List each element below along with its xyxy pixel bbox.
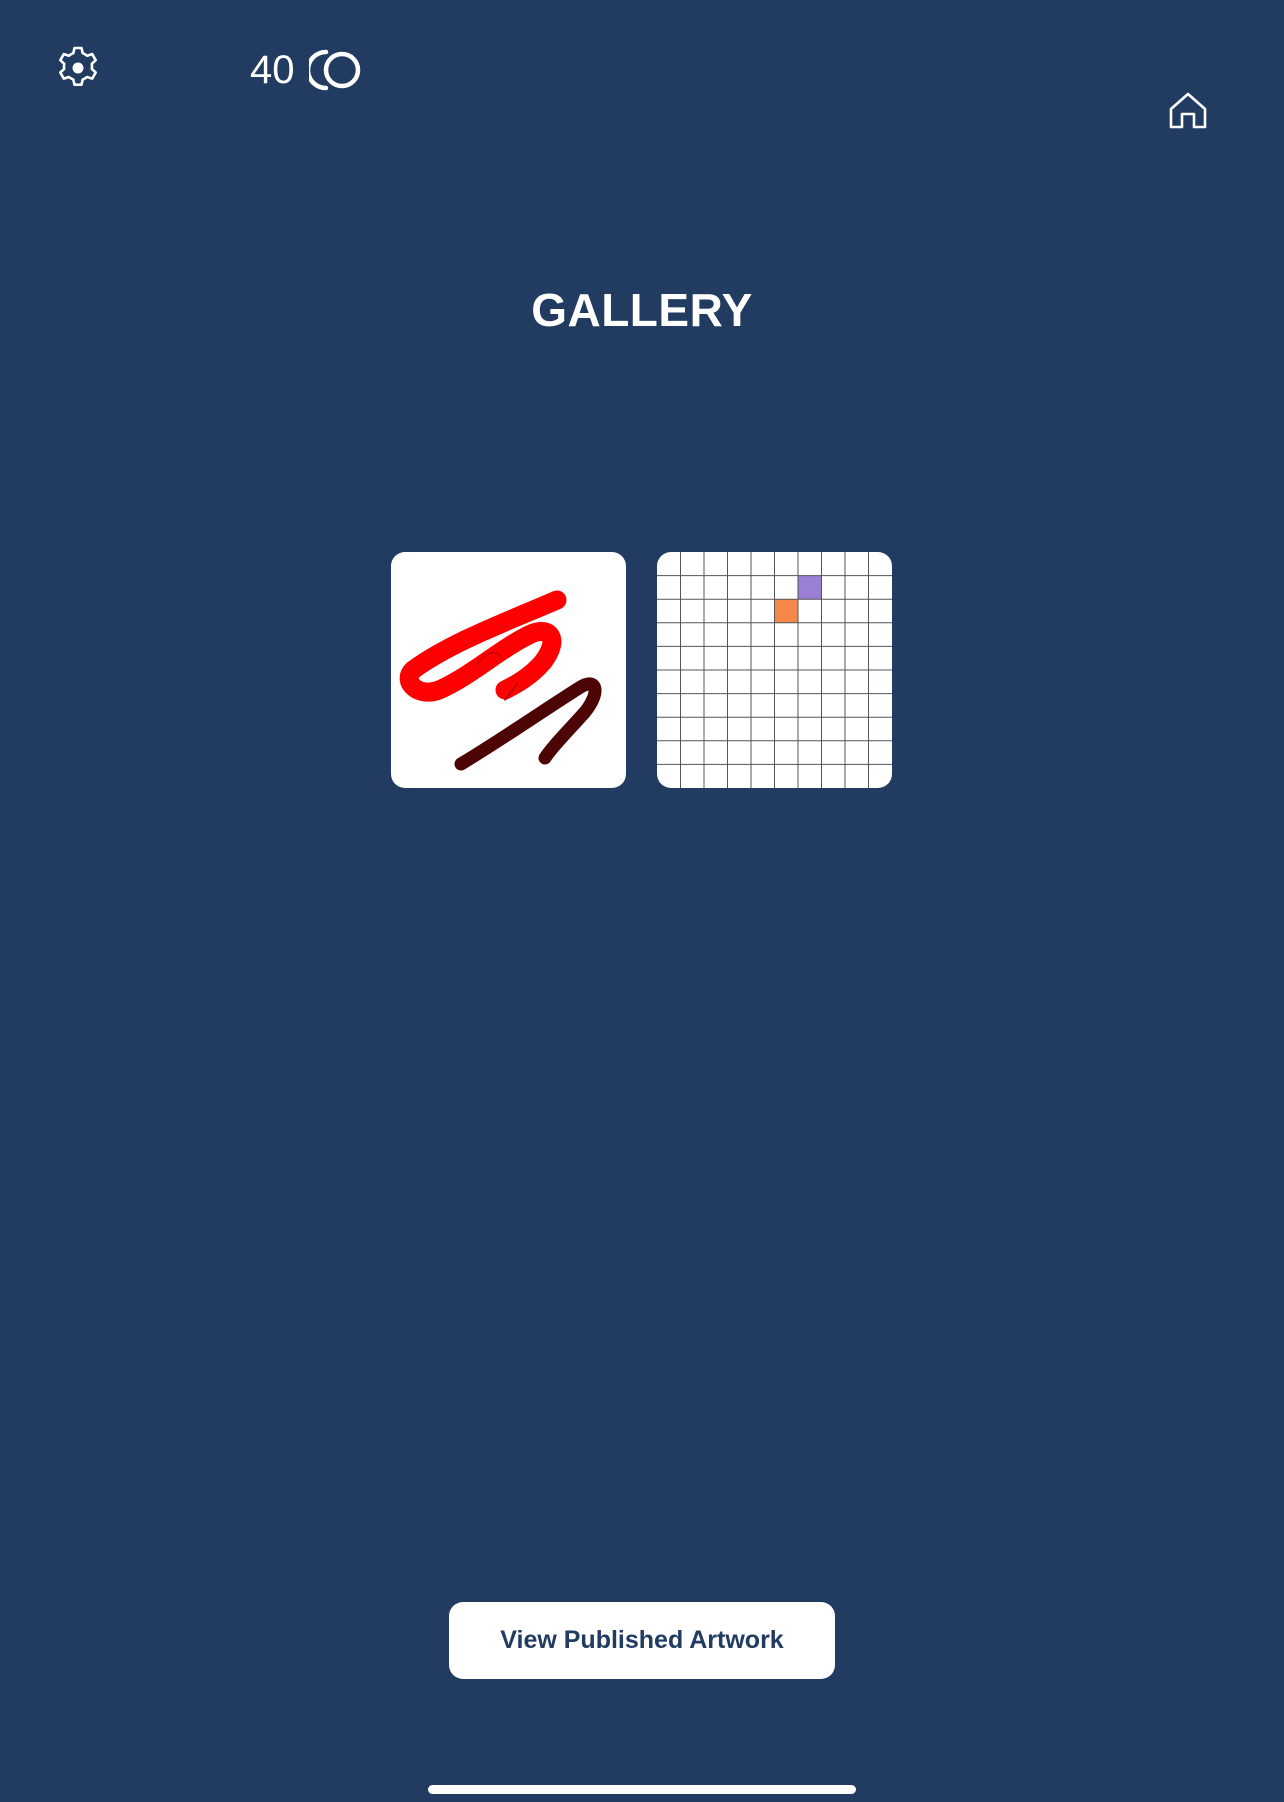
view-published-artwork-button[interactable]: View Published Artwork [449,1602,835,1679]
home-indicator[interactable] [428,1785,856,1794]
pixel-cell [798,575,822,600]
home-icon [1167,89,1209,136]
pixel-grid [657,552,892,788]
gallery-grid [391,552,892,788]
coin-counter: 40 [250,44,363,96]
top-bar: 40 [0,0,1284,160]
pixel-cell [774,599,798,623]
red-stroke [399,590,567,702]
home-button[interactable] [1164,88,1212,136]
coin-icon [308,48,363,92]
coin-count: 40 [250,48,295,92]
freehand-drawing [399,590,602,771]
dark-red-stroke [454,677,602,771]
page-title: GALLERY [531,284,753,336]
artwork-thumbnail-drawing[interactable] [391,552,626,788]
gear-icon [54,44,102,97]
artwork-thumbnail-pixel-grid[interactable] [657,552,892,788]
settings-button[interactable] [52,44,104,96]
